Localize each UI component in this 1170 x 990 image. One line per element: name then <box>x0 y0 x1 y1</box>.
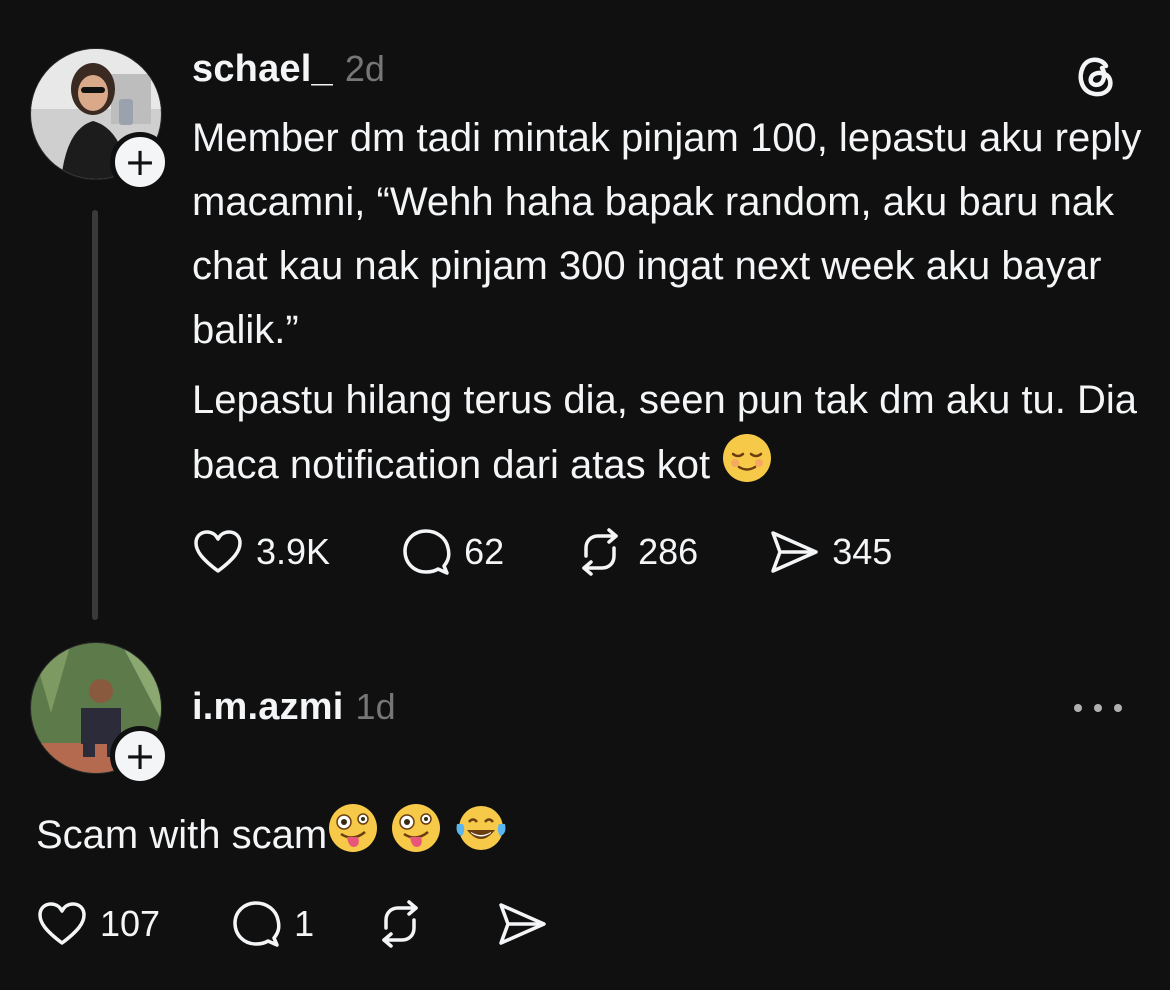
like-button[interactable]: 3.9K <box>192 528 330 576</box>
follow-imazmi-button[interactable]: + <box>110 726 170 786</box>
reply-header: i.m.azmi 1d <box>192 686 396 729</box>
post-body: Member dm tadi mintak pinjam 100, lepast… <box>192 106 1152 503</box>
like-count: 3.9K <box>256 531 331 572</box>
thread-connector-line <box>92 210 98 620</box>
post-header: schael_ 2d <box>192 48 385 91</box>
more-dots-icon[interactable] <box>1070 688 1126 727</box>
follow-schael-button[interactable]: + <box>110 132 170 192</box>
repost-count: 286 <box>638 531 699 572</box>
post-paragraph-2-text: Lepastu hilang terus dia, seen pun tak d… <box>192 378 1138 487</box>
comment-bubble-icon <box>400 526 452 578</box>
zany-face-emoji <box>390 802 442 873</box>
repost-icon <box>574 526 626 578</box>
reply-username[interactable]: i.m.azmi <box>192 686 344 729</box>
post-actions: 3.9K 62 286 345 <box>192 526 962 578</box>
post-username[interactable]: schael_ <box>192 48 333 91</box>
repost-icon <box>374 898 426 950</box>
send-icon <box>768 528 820 576</box>
comment-count: 62 <box>464 531 505 572</box>
reply-comment-button[interactable]: 1 <box>230 898 314 950</box>
repost-button[interactable]: 286 <box>574 526 698 578</box>
reply-like-count: 107 <box>100 903 161 944</box>
relieved-face-emoji <box>721 432 773 503</box>
post-paragraph-1: Member dm tadi mintak pinjam 100, lepast… <box>192 116 1142 352</box>
post-paragraph-2: Lepastu hilang terus dia, seen pun tak d… <box>192 368 1152 503</box>
reply-like-button[interactable]: 107 <box>36 900 160 948</box>
reply-time: 1d <box>355 686 396 727</box>
reply-share-button[interactable] <box>496 900 548 948</box>
share-count: 345 <box>832 531 893 572</box>
share-button[interactable]: 345 <box>768 528 892 576</box>
zany-face-emoji <box>327 802 379 873</box>
threads-logo-icon[interactable] <box>1072 52 1120 105</box>
comment-bubble-icon <box>230 898 282 950</box>
heart-icon <box>36 900 88 948</box>
reply-repost-button[interactable] <box>374 898 426 950</box>
comment-button[interactable]: 62 <box>400 526 504 578</box>
reply-actions: 107 1 <box>36 898 618 950</box>
reply-comment-count: 1 <box>294 903 315 944</box>
heart-icon <box>192 528 244 576</box>
post-time: 2d <box>344 48 385 89</box>
reply-body: Scam with scam <box>36 802 1136 873</box>
send-icon <box>496 900 548 948</box>
reply-text: Scam with scam <box>36 813 328 857</box>
tears-of-joy-emoji <box>453 802 509 873</box>
